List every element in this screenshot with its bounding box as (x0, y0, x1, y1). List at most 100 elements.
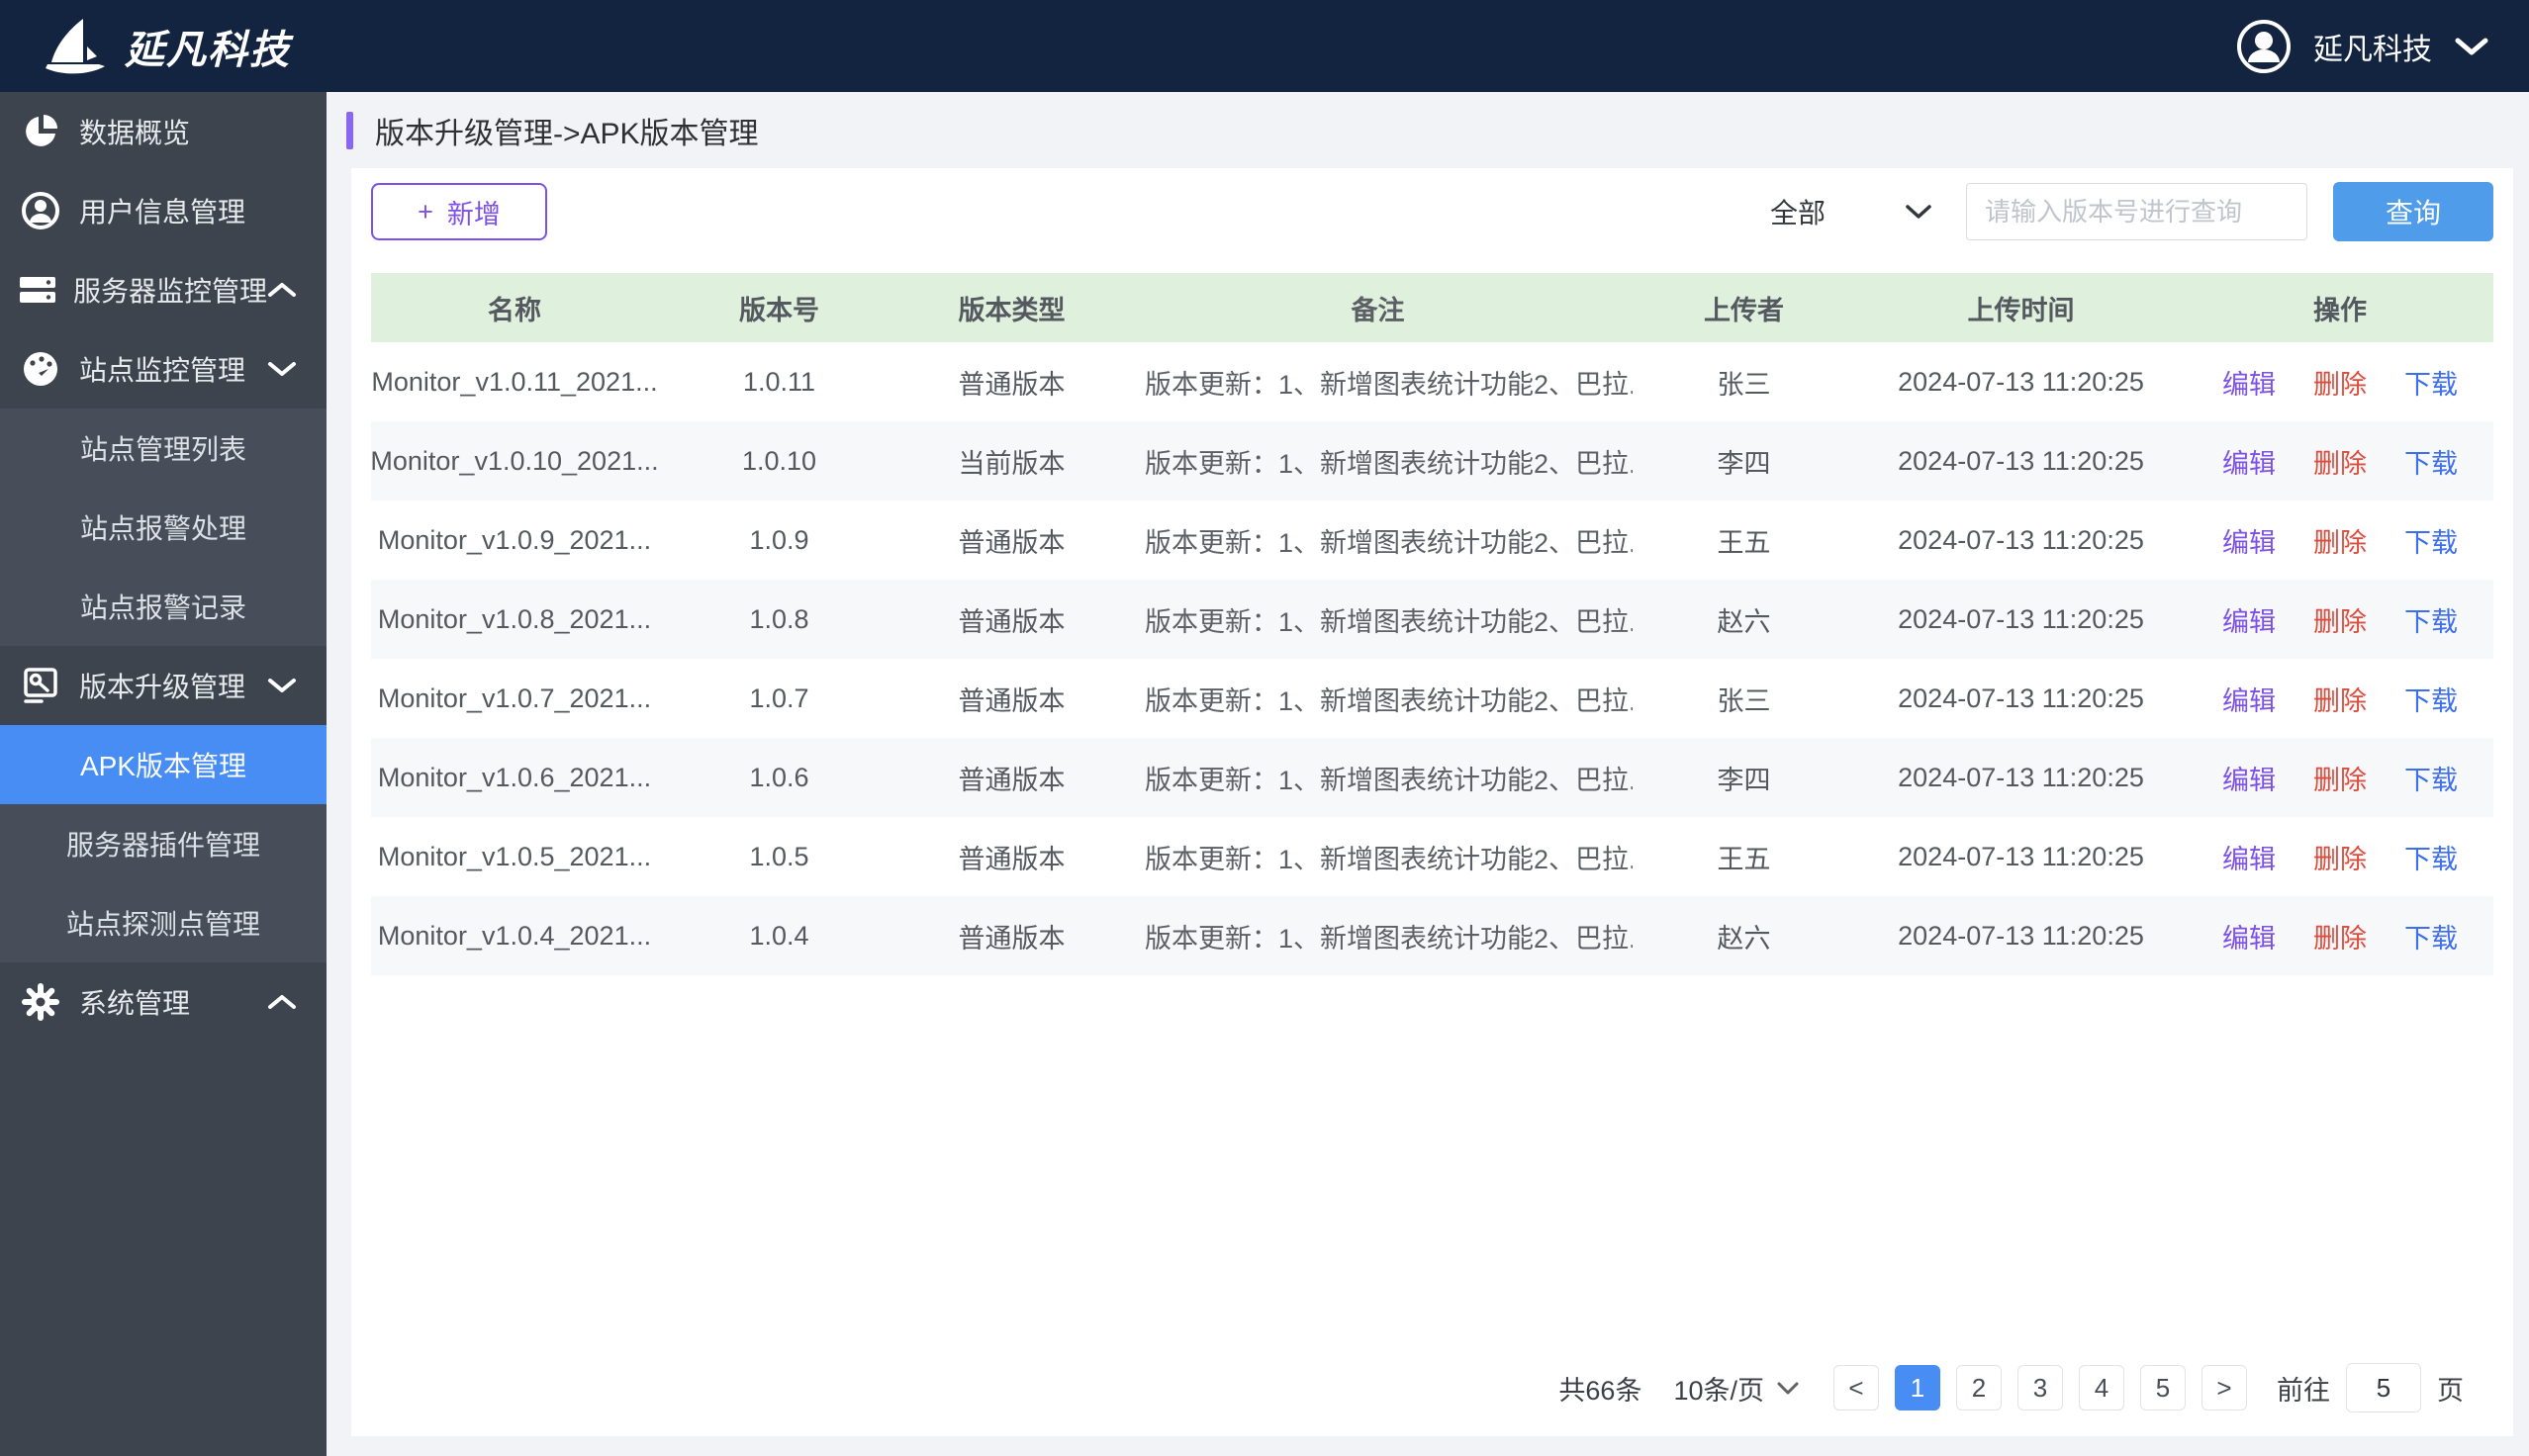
sidebar-item-user-info[interactable]: 用户信息管理 (0, 171, 327, 250)
search-input[interactable] (1966, 183, 2307, 240)
sidebar-item-site-monitor[interactable]: 站点监控管理 (0, 329, 327, 409)
cell-remark: 版本更新：1、新增图表统计功能2、巴拉... (1123, 600, 1633, 639)
download-link[interactable]: 下载 (2404, 917, 2458, 956)
edit-link[interactable]: 编辑 (2222, 917, 2276, 956)
cell-name: Monitor_v1.0.6_2021... (371, 763, 658, 793)
sailboat-logo-icon (40, 17, 111, 76)
cell-time: 2024-07-13 11:20:25 (1855, 683, 2187, 714)
table-row: Monitor_v1.0.11_2021... 1.0.11 普通版本 版本更新… (371, 342, 2493, 421)
cell-name: Monitor_v1.0.9_2021... (371, 525, 658, 556)
cell-type: 普通版本 (900, 363, 1123, 402)
sidebar-item-data-overview[interactable]: 数据概览 (0, 92, 327, 171)
version-type-select[interactable]: 全部 (1752, 183, 1940, 240)
download-link[interactable]: 下载 (2404, 759, 2458, 797)
delete-link[interactable]: 删除 (2313, 600, 2367, 639)
page-size-select[interactable]: 10条/页 (1673, 1369, 1800, 1408)
cell-name: Monitor_v1.0.4_2021... (371, 921, 658, 952)
cell-uploader: 张三 (1633, 680, 1855, 718)
edit-link[interactable]: 编辑 (2222, 838, 2276, 876)
sidebar-subitem-server-plugin[interactable]: 服务器插件管理 (0, 804, 327, 883)
cell-type: 普通版本 (900, 759, 1123, 797)
delete-link[interactable]: 删除 (2313, 442, 2367, 481)
sidebar-item-label: 版本升级管理 (79, 666, 267, 705)
edit-link[interactable]: 编辑 (2222, 521, 2276, 560)
user-name[interactable]: 延凡科技 (2313, 25, 2432, 68)
edit-link[interactable]: 编辑 (2222, 600, 2276, 639)
content-card: + 新增 全部 查询 名称 版本号 (351, 168, 2513, 1436)
page-size-value: 10条/页 (1673, 1369, 1764, 1408)
sidebar-item-system-manage[interactable]: 系统管理 (0, 962, 327, 1042)
cell-type: 普通版本 (900, 838, 1123, 876)
edit-link[interactable]: 编辑 (2222, 442, 2276, 481)
add-button[interactable]: + 新增 (371, 183, 547, 240)
chevron-down-icon[interactable] (2454, 36, 2489, 57)
cell-time: 2024-07-13 11:20:25 (1855, 763, 2187, 793)
cell-remark: 版本更新：1、新增图表统计功能2、巴拉... (1123, 363, 1633, 402)
goto-page-input[interactable] (2346, 1363, 2421, 1412)
sidebar-subitem-site-probe[interactable]: 站点探测点管理 (0, 883, 327, 962)
table-row: Monitor_v1.0.4_2021... 1.0.4 普通版本 版本更新：1… (371, 896, 2493, 975)
sidebar-subitem-apk-version[interactable]: APK版本管理 (0, 725, 327, 804)
breadcrumb: 版本升级管理->APK版本管理 (375, 109, 759, 152)
edit-link[interactable]: 编辑 (2222, 759, 2276, 797)
chevron-down-icon (267, 360, 297, 378)
delete-link[interactable]: 删除 (2313, 917, 2367, 956)
sidebar-item-version-upgrade[interactable]: 版本升级管理 (0, 646, 327, 725)
search-button[interactable]: 查询 (2333, 182, 2493, 241)
download-link[interactable]: 下载 (2404, 363, 2458, 402)
sidebar-subitem-site-alarm-handle[interactable]: 站点报警处理 (0, 488, 327, 567)
cell-time: 2024-07-13 11:20:25 (1855, 446, 2187, 477)
main-content: 版本升级管理->APK版本管理 + 新增 全部 查询 (327, 92, 2529, 1456)
brand-title: 延凡科技 (125, 18, 291, 75)
version-table: 名称 版本号 版本类型 备注 上传者 上传时间 操作 Monitor_v1.0.… (371, 273, 2493, 975)
next-page-button[interactable]: > (2201, 1365, 2247, 1410)
edit-link[interactable]: 编辑 (2222, 363, 2276, 402)
download-link[interactable]: 下载 (2404, 680, 2458, 718)
toolbar-right: 全部 查询 (1752, 182, 2493, 241)
table-header: 名称 版本号 版本类型 备注 上传者 上传时间 操作 (371, 273, 2493, 342)
download-link[interactable]: 下载 (2404, 838, 2458, 876)
delete-link[interactable]: 删除 (2313, 521, 2367, 560)
download-link[interactable]: 下载 (2404, 600, 2458, 639)
prev-page-button[interactable]: < (1833, 1365, 1879, 1410)
download-link[interactable]: 下载 (2404, 521, 2458, 560)
gauge-icon (18, 349, 63, 389)
cell-type: 普通版本 (900, 521, 1123, 560)
gear-icon (18, 982, 63, 1022)
sidebar: 数据概览 用户信息管理 服务器监控管理 (0, 92, 327, 1456)
page-button-4[interactable]: 4 (2079, 1365, 2124, 1410)
cell-version: 1.0.11 (658, 367, 900, 398)
page-button-3[interactable]: 3 (2017, 1365, 2063, 1410)
breadcrumb-accent-bar (346, 112, 353, 149)
pagination-total: 共66条 (1558, 1369, 1641, 1408)
breadcrumb-row: 版本升级管理->APK版本管理 (327, 92, 2529, 168)
site-monitor-submenu: 站点管理列表 站点报警处理 站点报警记录 (0, 409, 327, 646)
cell-version: 1.0.10 (658, 446, 900, 477)
chevron-down-icon (1776, 1381, 1800, 1396)
cell-version: 1.0.6 (658, 763, 900, 793)
chevron-up-icon (267, 281, 297, 299)
cell-version: 1.0.7 (658, 683, 900, 714)
sidebar-item-label: 站点监控管理 (79, 349, 267, 389)
delete-link[interactable]: 删除 (2313, 759, 2367, 797)
page-button-1[interactable]: 1 (1895, 1365, 1940, 1410)
table-row: Monitor_v1.0.10_2021... 1.0.10 当前版本 版本更新… (371, 421, 2493, 500)
col-header-type: 版本类型 (900, 289, 1123, 327)
plus-icon: + (418, 197, 433, 228)
page-button-2[interactable]: 2 (1956, 1365, 2002, 1410)
download-link[interactable]: 下载 (2404, 442, 2458, 481)
delete-link[interactable]: 删除 (2313, 680, 2367, 718)
sidebar-item-server-monitor[interactable]: 服务器监控管理 (0, 250, 327, 329)
col-header-time: 上传时间 (1855, 289, 2187, 327)
edit-link[interactable]: 编辑 (2222, 680, 2276, 718)
sidebar-item-label: 数据概览 (79, 112, 297, 151)
cell-type: 普通版本 (900, 680, 1123, 718)
page-button-5[interactable]: 5 (2140, 1365, 2186, 1410)
cell-name: Monitor_v1.0.11_2021... (371, 367, 658, 398)
delete-link[interactable]: 删除 (2313, 838, 2367, 876)
delete-link[interactable]: 删除 (2313, 363, 2367, 402)
avatar-icon[interactable] (2236, 19, 2292, 74)
sidebar-subitem-site-list[interactable]: 站点管理列表 (0, 409, 327, 488)
sidebar-subitem-site-alarm-record[interactable]: 站点报警记录 (0, 567, 327, 646)
user-menu[interactable]: 延凡科技 (2236, 19, 2489, 74)
